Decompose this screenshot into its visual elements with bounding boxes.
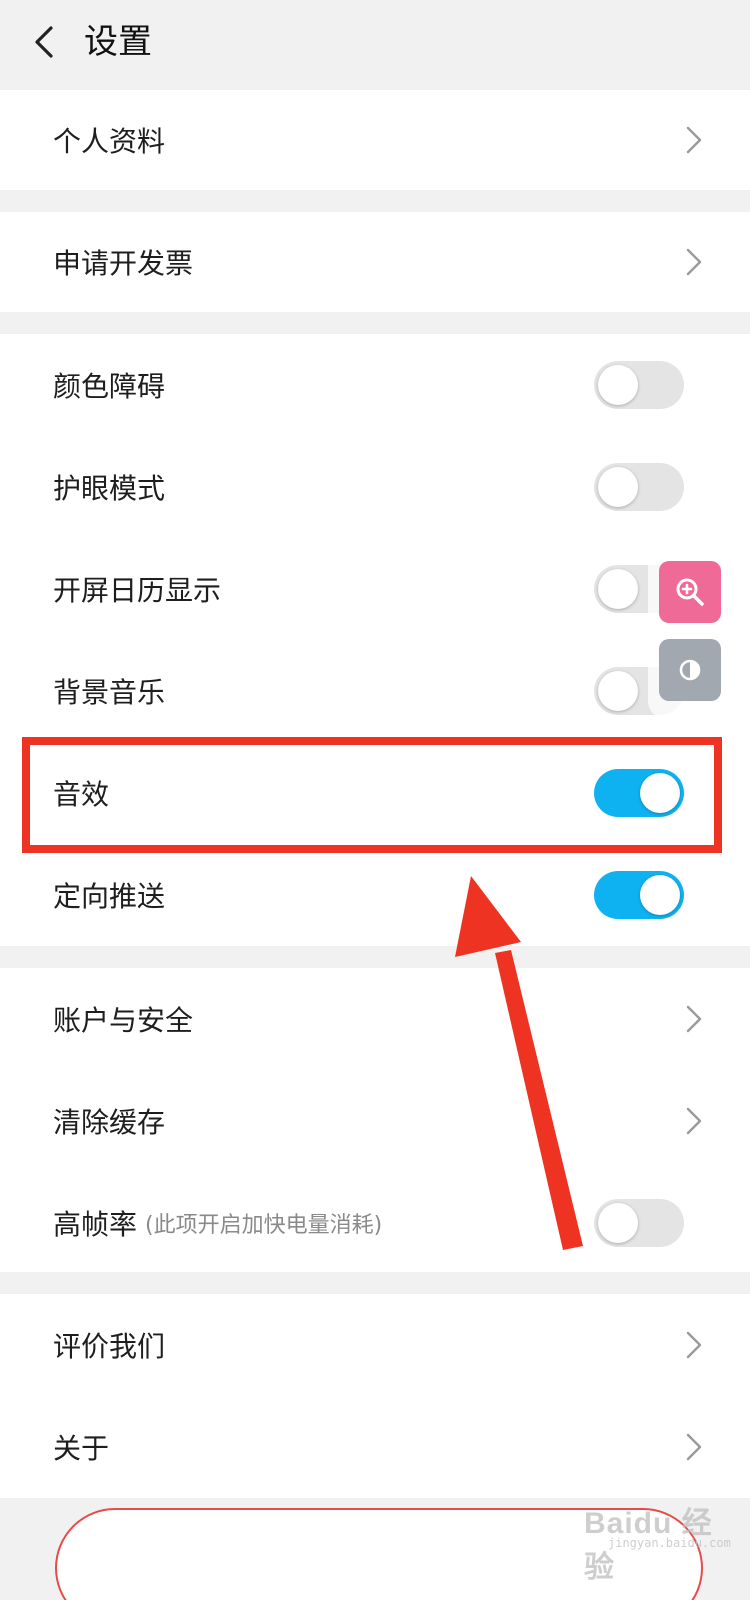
- baidu-watermark: Baidu 经验 jingyan.baidu.com: [562, 1490, 742, 1584]
- annotation-arrow-icon: [455, 876, 583, 1250]
- watermark-sub: jingyan.baidu.com: [608, 1536, 731, 1550]
